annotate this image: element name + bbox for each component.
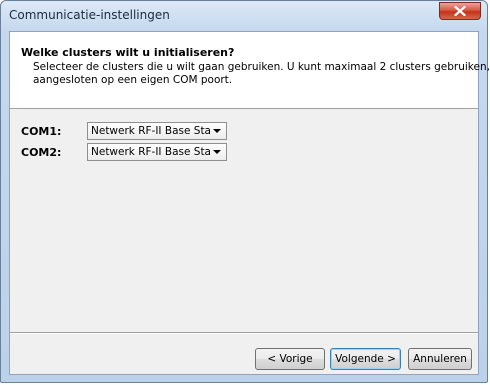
com2-selected-value: Netwerk RF-II Base Static xyxy=(91,146,210,158)
description-line-1: Selecteer de clusters die u wilt gaan ge… xyxy=(33,61,490,73)
com1-row: COM1: Netwerk RF-II Base Static xyxy=(21,122,227,140)
chevron-down-icon xyxy=(213,129,221,133)
com1-label: COM1: xyxy=(21,124,62,138)
window-title: Communicatie-instellingen xyxy=(9,8,170,22)
title-bar[interactable]: Communicatie-instellingen xyxy=(1,1,487,31)
com1-selected-value: Netwerk RF-II Base Static xyxy=(91,125,210,137)
dialog-content: Welke clusters wilt u initialiseren? Sel… xyxy=(9,31,490,375)
previous-button[interactable]: < Vorige xyxy=(255,348,325,370)
next-button[interactable]: Volgende > xyxy=(330,348,401,370)
header-description: Selecteer de clusters die u wilt gaan ge… xyxy=(33,61,490,87)
dialog-window: Communicatie-instellingen Welke clusters… xyxy=(0,0,490,383)
description-line-2: aangesloten op een eigen COM poort. xyxy=(33,74,233,86)
cancel-button[interactable]: Annuleren xyxy=(408,348,472,370)
com2-row: COM2: Netwerk RF-II Base Static xyxy=(21,143,227,161)
wizard-header: Welke clusters wilt u initialiseren? Sel… xyxy=(10,32,490,109)
close-button[interactable] xyxy=(439,2,481,20)
com2-label: COM2: xyxy=(21,145,62,159)
header-title: Welke clusters wilt u initialiseren? xyxy=(21,46,235,59)
close-icon xyxy=(454,6,466,16)
com2-select[interactable]: Netwerk RF-II Base Static xyxy=(87,143,227,161)
chevron-down-icon xyxy=(213,150,221,154)
com1-select[interactable]: Netwerk RF-II Base Static xyxy=(87,122,227,140)
footer-divider xyxy=(10,332,478,334)
